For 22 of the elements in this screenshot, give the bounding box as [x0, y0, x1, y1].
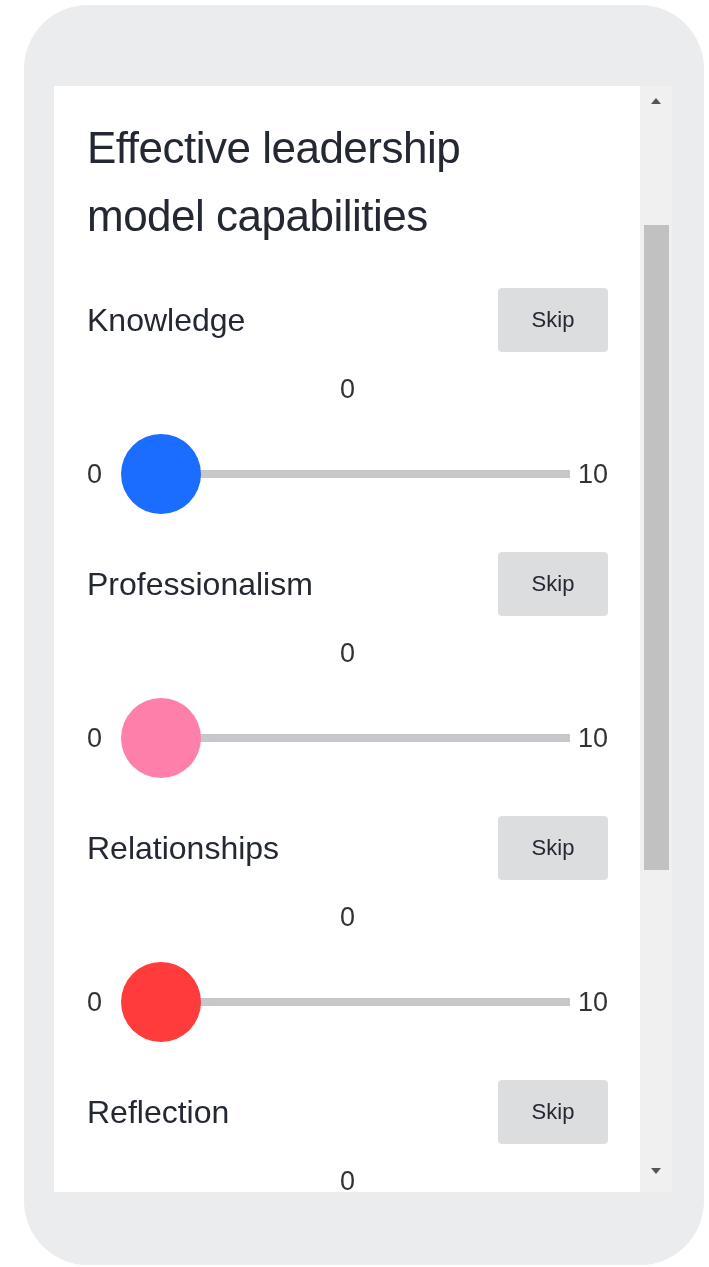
slider-value: 0	[339, 901, 356, 934]
slider-max-label: 10	[577, 458, 608, 490]
capability-label: Reflection	[87, 1093, 230, 1131]
slider-value: 0	[339, 1165, 356, 1192]
scrollbar[interactable]	[640, 86, 672, 1192]
survey-title: Effective leadership model capabilities	[87, 122, 462, 242]
skip-button[interactable]: Skip	[498, 816, 608, 880]
slider-min-label: 0	[87, 986, 104, 1018]
slider-value: 0	[339, 637, 356, 670]
slider-min-label: 0	[87, 722, 104, 754]
skip-button[interactable]: Skip	[498, 288, 608, 352]
slider-value: 0	[339, 373, 356, 406]
capability-label: Professionalism	[87, 565, 313, 603]
scroll-up-icon[interactable]	[651, 98, 661, 104]
capability-label: Knowledge	[87, 301, 246, 339]
capability-label: Relationships	[87, 829, 280, 867]
slider-max-label: 10	[577, 722, 608, 754]
skip-button[interactable]: Skip	[498, 1080, 608, 1144]
slider-max-label: 10	[577, 986, 608, 1018]
scroll-down-icon[interactable]	[651, 1168, 661, 1174]
slider-min-label: 0	[87, 458, 104, 490]
skip-button[interactable]: Skip	[498, 552, 608, 616]
